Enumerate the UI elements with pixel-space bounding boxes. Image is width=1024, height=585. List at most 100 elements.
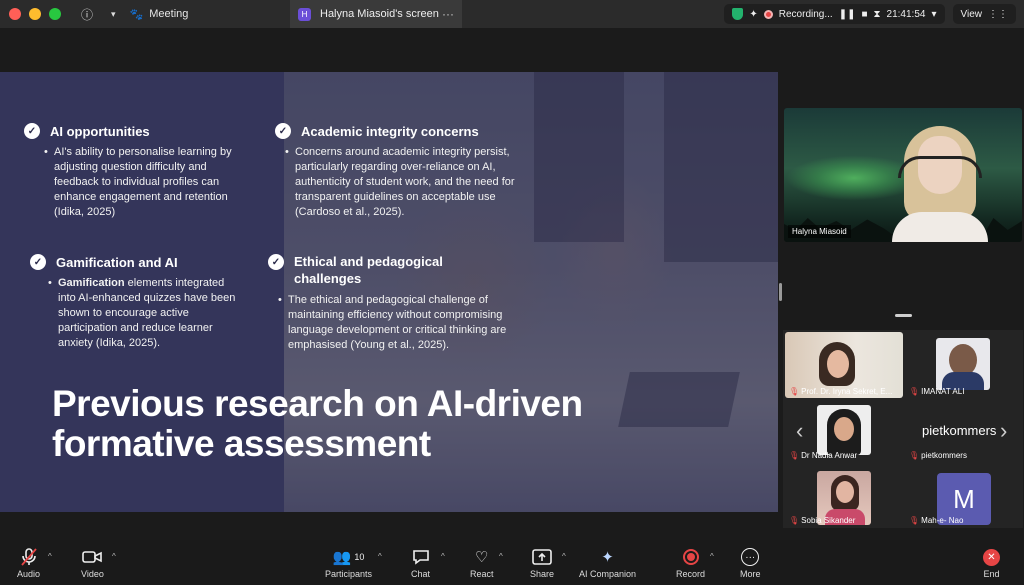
meeting-menu[interactable]: 🐾 Meeting xyxy=(130,8,189,21)
recording-icon xyxy=(763,9,773,19)
participant-name: 🎙 Sobia Sikander xyxy=(789,516,855,525)
check-icon: ✓ xyxy=(268,254,284,270)
more-button[interactable]: ··· More xyxy=(740,547,761,579)
participant-name-text: Prof. Dr. Iryna Sekret, E... xyxy=(801,387,893,396)
bullet-heading: AI opportunities xyxy=(50,123,150,139)
bullet-text: The ethical and pedagogical challenge of… xyxy=(274,293,518,353)
more-label: More xyxy=(740,569,761,579)
participant-name: 🎙 pietkommers xyxy=(909,451,967,460)
muted-mic-icon xyxy=(20,547,38,567)
meeting-toolbar: Audio ^ Video ^ 👥 10 Participants ^ Chat … xyxy=(0,540,1024,585)
active-speaker-video[interactable]: Halyna Miasoid xyxy=(784,108,1022,242)
chevron-down-icon[interactable]: ▾ xyxy=(111,9,116,20)
zoom-window-button[interactable] xyxy=(49,8,61,20)
chevron-up-icon[interactable]: ^ xyxy=(48,552,52,561)
muted-mic-icon: 🎙 xyxy=(789,451,800,460)
bullet-text-bold: Gamification xyxy=(58,277,125,289)
chevron-up-icon[interactable]: ^ xyxy=(710,552,714,561)
participant-name-text: IMANAT ALI xyxy=(921,387,965,396)
bullet-heading: Gamification and AI xyxy=(56,254,178,270)
chat-label: Chat xyxy=(411,569,431,579)
record-icon xyxy=(682,547,699,567)
ai-companion-button[interactable]: ✦ AI Companion xyxy=(579,547,636,579)
view-label: View xyxy=(960,8,983,20)
headset-icon xyxy=(898,156,982,178)
end-label: End xyxy=(983,569,1000,579)
react-button[interactable]: ♡ React xyxy=(470,547,494,579)
share-screen-icon xyxy=(532,547,552,567)
check-icon: ✓ xyxy=(30,254,46,270)
tab-shared-screen[interactable]: H Halyna Miasoid's screen ··· xyxy=(290,0,462,28)
chevron-up-icon[interactable]: ^ xyxy=(441,552,445,561)
meeting-timer: 21:41:54 xyxy=(886,8,926,20)
bullet-heading: Ethical and pedagogical challenges xyxy=(294,254,443,286)
participant-name: 🎙 IMANAT ALI xyxy=(909,387,964,396)
participant-name: 🎙 Prof. Dr. Iryna Sekret, E... xyxy=(789,387,892,396)
chevron-down-icon[interactable]: ▾ xyxy=(931,9,936,20)
chevron-up-icon[interactable]: ^ xyxy=(499,552,503,561)
info-icon[interactable]: ⓘ xyxy=(81,6,93,23)
participant-tile[interactable]: 🎙 Sobia Sikander xyxy=(785,462,905,526)
bullet-ethical-pedagogical: ✓ Ethical and pedagogical challenges The … xyxy=(268,253,518,353)
participants-button[interactable]: 👥 10 Participants xyxy=(325,547,372,579)
gallery-resize-handle[interactable] xyxy=(895,314,912,317)
react-label: React xyxy=(470,569,494,579)
end-call-icon: ✕ xyxy=(983,547,1000,567)
video-button[interactable]: Video xyxy=(81,547,104,579)
gallery-prev-icon[interactable]: ‹ xyxy=(796,418,803,444)
participant-tile[interactable]: 🎙 Prof. Dr. Iryna Sekret, E... xyxy=(785,333,905,397)
grid-view-icon: ⋮⋮ xyxy=(988,8,1008,20)
titlebar-right: ✦ Recording... ❚❚ ■ ⧗ 21:41:54 ▾ View ⋮⋮ xyxy=(724,4,1016,24)
muted-mic-icon: 🎙 xyxy=(909,387,920,396)
bullet-gamification: ✓ Gamification and AI Gamification elemen… xyxy=(30,254,240,351)
bullet-text: Concerns around academic integrity persi… xyxy=(281,145,520,220)
participant-tile[interactable]: 🎙 Mah-e- Nao xyxy=(905,462,1024,526)
chevron-up-icon[interactable]: ^ xyxy=(112,552,116,561)
speaker-figure xyxy=(892,126,988,242)
pause-icon[interactable]: ❚❚ xyxy=(839,9,856,20)
share-button[interactable]: Share xyxy=(530,547,554,579)
slide-title: Previous research on AI-driven formative… xyxy=(52,383,583,464)
more-icon: ··· xyxy=(741,547,760,567)
share-label: Share xyxy=(530,569,555,579)
ai-companion-label: AI Companion xyxy=(579,569,637,579)
muted-mic-icon: 🎙 xyxy=(909,516,920,525)
bullet-text: AI's ability to personalise learning by … xyxy=(40,145,234,220)
audio-label: Audio xyxy=(17,569,41,579)
chevron-up-icon[interactable]: ^ xyxy=(562,552,566,561)
sparkle-icon: ✦ xyxy=(749,8,758,20)
bullet-academic-integrity: ✓ Academic integrity concerns Concerns ar… xyxy=(275,123,520,220)
check-icon: ✓ xyxy=(24,123,40,139)
muted-mic-icon: 🎙 xyxy=(789,516,800,525)
participant-name: 🎙 Dr Nadia Anwar xyxy=(789,451,857,460)
participant-tile[interactable]: 🎙 IMANAT ALI xyxy=(905,333,1024,397)
participant-name-text: Dr Nadia Anwar xyxy=(801,451,858,460)
bullet-ai-opportunities: ✓ AI opportunities AI's ability to person… xyxy=(24,123,234,220)
close-window-button[interactable] xyxy=(9,8,21,20)
bullet-text: Gamification elements integrated into AI… xyxy=(44,276,240,351)
record-button[interactable]: Record xyxy=(676,547,705,579)
view-button[interactable]: View ⋮⋮ xyxy=(952,4,1016,24)
stop-icon[interactable]: ■ xyxy=(861,9,867,20)
shared-slide: ✓ AI opportunities AI's ability to person… xyxy=(0,72,778,512)
clock-icon: ⧗ xyxy=(873,8,881,20)
tab-title: Halyna Miasoid's screen xyxy=(320,8,439,20)
gallery-next-icon[interactable]: › xyxy=(1000,418,1007,444)
chevron-up-icon[interactable]: ^ xyxy=(378,552,382,561)
resize-handle[interactable] xyxy=(779,283,782,301)
window-controls xyxy=(9,8,61,20)
recording-status[interactable]: ✦ Recording... ❚❚ ■ ⧗ 21:41:54 ▾ xyxy=(724,4,945,24)
audio-button[interactable]: Audio xyxy=(17,547,40,579)
recording-label: Recording... xyxy=(778,8,833,20)
sparkle-icon: ✦ xyxy=(601,549,614,566)
shield-icon xyxy=(732,8,744,20)
participant-name-text: Sobia Sikander xyxy=(801,516,856,525)
chat-icon xyxy=(412,547,430,567)
chat-button[interactable]: Chat xyxy=(411,547,430,579)
participants-icon: 👥 10 xyxy=(332,549,365,566)
body-shape xyxy=(892,212,988,242)
check-icon: ✓ xyxy=(275,123,291,139)
minimize-window-button[interactable] xyxy=(29,8,41,20)
more-options-icon[interactable]: ··· xyxy=(442,7,454,21)
end-button[interactable]: ✕ End xyxy=(983,547,1000,579)
